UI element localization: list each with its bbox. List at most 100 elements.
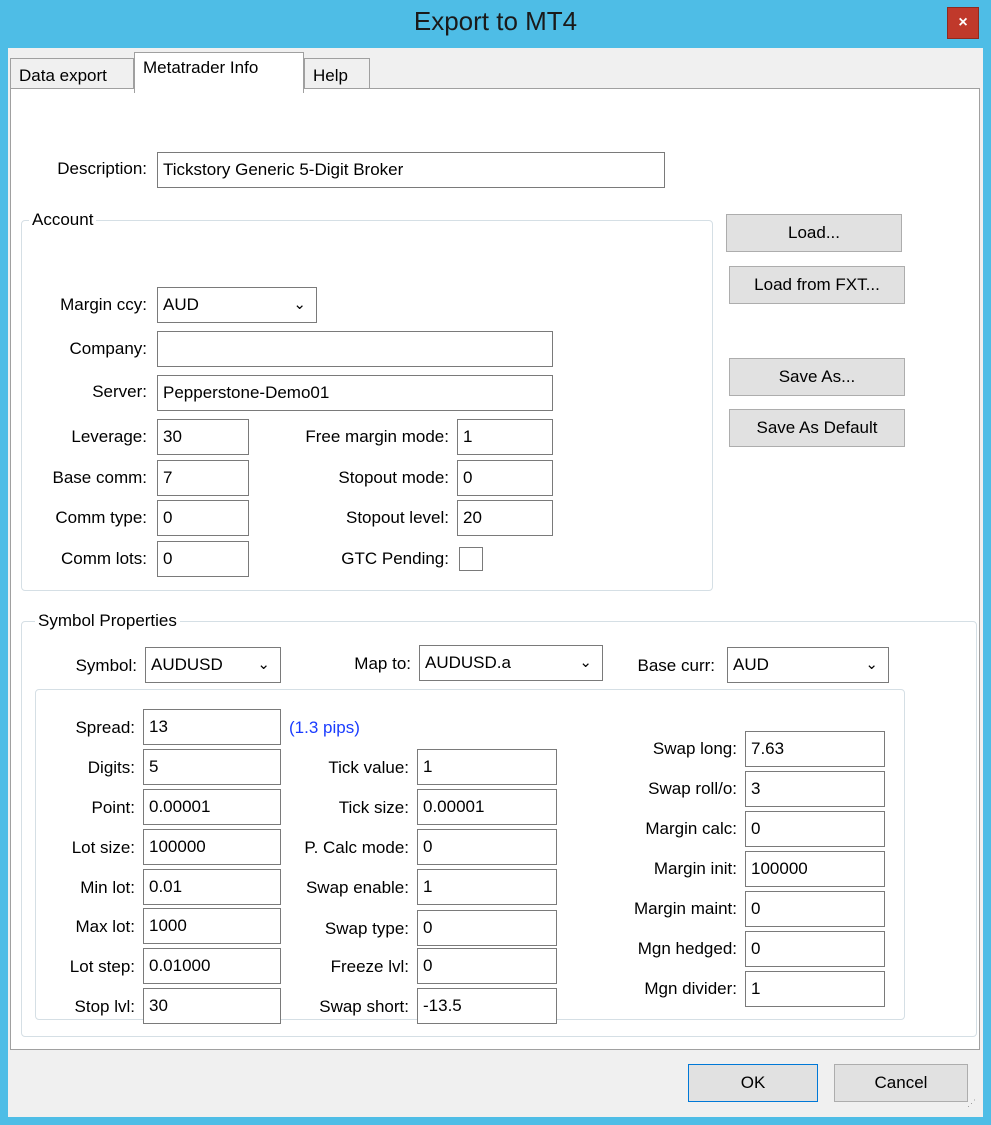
comm-type-label: Comm type: bbox=[55, 508, 147, 527]
load-button[interactable]: Load... bbox=[726, 214, 902, 252]
free-margin-mode-input[interactable]: 1 bbox=[457, 419, 553, 455]
symbol-properties-title: Symbol Properties bbox=[35, 611, 180, 631]
p-calc-mode-input[interactable]: 0 bbox=[417, 829, 557, 865]
save-as-button[interactable]: Save As... bbox=[729, 358, 905, 396]
stopout-level-input[interactable]: 20 bbox=[457, 500, 553, 536]
server-input[interactable]: Pepperstone-Demo01 bbox=[157, 375, 553, 411]
tab-data-export[interactable]: Data export bbox=[10, 58, 134, 92]
freeze-lvl-label: Freeze lvl: bbox=[330, 957, 409, 976]
max-lot-label: Max lot: bbox=[75, 917, 135, 936]
cancel-button[interactable]: Cancel bbox=[834, 1064, 968, 1102]
margin-ccy-select[interactable]: AUD ⌄ bbox=[157, 287, 317, 323]
mgn-divider-input[interactable]: 1 bbox=[745, 971, 885, 1007]
mgn-hedged-label: Mgn hedged: bbox=[637, 939, 737, 958]
digits-label: Digits: bbox=[87, 758, 135, 777]
resize-grip-icon[interactable]: ⋰ bbox=[967, 1099, 979, 1113]
freeze-lvl-input[interactable]: 0 bbox=[417, 948, 557, 984]
point-label: Point: bbox=[91, 798, 135, 817]
margin-maint-label: Margin maint: bbox=[634, 899, 737, 918]
gtc-pending-label: GTC Pending: bbox=[341, 549, 449, 568]
min-lot-input[interactable]: 0.01 bbox=[143, 869, 281, 905]
base-curr-value: AUD bbox=[733, 655, 769, 674]
company-label: Company: bbox=[69, 339, 147, 358]
lot-size-input[interactable]: 100000 bbox=[143, 829, 281, 865]
chevron-down-icon: ⌄ bbox=[257, 656, 270, 673]
tick-value-input[interactable]: 1 bbox=[417, 749, 557, 785]
ok-button[interactable]: OK bbox=[688, 1064, 818, 1102]
margin-calc-input[interactable]: 0 bbox=[745, 811, 885, 847]
mgn-divider-label: Mgn divider: bbox=[644, 979, 737, 998]
point-input[interactable]: 0.00001 bbox=[143, 789, 281, 825]
leverage-input[interactable]: 30 bbox=[157, 419, 249, 455]
load-from-fxt-button[interactable]: Load from FXT... bbox=[729, 266, 905, 304]
tick-size-input[interactable]: 0.00001 bbox=[417, 789, 557, 825]
account-group-title: Account bbox=[29, 210, 97, 230]
comm-lots-label: Comm lots: bbox=[61, 549, 147, 568]
swap-short-label: Swap short: bbox=[319, 997, 409, 1016]
symbol-value: AUDUSD bbox=[151, 655, 223, 674]
comm-lots-input[interactable]: 0 bbox=[157, 541, 249, 577]
stopout-level-label: Stopout level: bbox=[345, 508, 449, 527]
margin-calc-label: Margin calc: bbox=[645, 819, 737, 838]
lot-step-input[interactable]: 0.01000 bbox=[143, 948, 281, 984]
window-title: Export to MT4 bbox=[413, 6, 578, 36]
mgn-hedged-input[interactable]: 0 bbox=[745, 931, 885, 967]
margin-init-input[interactable]: 100000 bbox=[745, 851, 885, 887]
leverage-label: Leverage: bbox=[71, 427, 147, 446]
swap-long-input[interactable]: 7.63 bbox=[745, 731, 885, 767]
close-button[interactable]: × bbox=[947, 7, 979, 39]
swap-short-input[interactable]: -13.5 bbox=[417, 988, 557, 1024]
symbol-label: Symbol: bbox=[75, 656, 137, 675]
base-curr-select[interactable]: AUD ⌄ bbox=[727, 647, 889, 683]
comm-type-input[interactable]: 0 bbox=[157, 500, 249, 536]
lot-size-label: Lot size: bbox=[71, 838, 135, 857]
margin-maint-input[interactable]: 0 bbox=[745, 891, 885, 927]
base-comm-label: Base comm: bbox=[52, 468, 147, 487]
free-margin-mode-label: Free margin mode: bbox=[305, 427, 449, 446]
spread-label: Spread: bbox=[75, 718, 135, 737]
min-lot-label: Min lot: bbox=[80, 878, 135, 897]
description-label: Description: bbox=[57, 159, 147, 178]
swap-enable-label: Swap enable: bbox=[305, 878, 409, 897]
tab-help[interactable]: Help bbox=[304, 58, 370, 92]
swap-type-label: Swap type: bbox=[324, 919, 409, 938]
swap-type-input[interactable]: 0 bbox=[417, 910, 557, 946]
server-label: Server: bbox=[92, 382, 147, 401]
map-to-label: Map to: bbox=[354, 654, 411, 673]
dialog-window: Export to MT4 × Data export Metatrader I… bbox=[0, 0, 991, 1125]
digits-input[interactable]: 5 bbox=[143, 749, 281, 785]
p-calc-mode-label: P. Calc mode: bbox=[304, 838, 409, 857]
save-as-default-button[interactable]: Save As Default bbox=[729, 409, 905, 447]
lot-step-label: Lot step: bbox=[69, 957, 135, 976]
swap-long-label: Swap long: bbox=[652, 739, 737, 758]
description-input[interactable]: Tickstory Generic 5-Digit Broker bbox=[157, 152, 665, 188]
chevron-down-icon: ⌄ bbox=[293, 296, 306, 313]
swap-roll-label: Swap roll/o: bbox=[648, 779, 737, 798]
margin-ccy-value: AUD bbox=[163, 295, 199, 314]
spread-pips-text: (1.3 pips) bbox=[289, 718, 360, 737]
swap-roll-input[interactable]: 3 bbox=[745, 771, 885, 807]
tab-metatrader-info[interactable]: Metatrader Info bbox=[134, 52, 304, 93]
metatrader-info-panel: Description: Tickstory Generic 5-Digit B… bbox=[10, 88, 980, 1050]
max-lot-input[interactable]: 1000 bbox=[143, 908, 281, 944]
base-curr-label: Base curr: bbox=[637, 656, 715, 675]
spread-input[interactable]: 13 bbox=[143, 709, 281, 745]
tick-value-label: Tick value: bbox=[328, 758, 409, 777]
chevron-down-icon: ⌄ bbox=[579, 654, 592, 671]
chevron-down-icon: ⌄ bbox=[865, 656, 878, 673]
company-input[interactable] bbox=[157, 331, 553, 367]
tick-size-label: Tick size: bbox=[338, 798, 409, 817]
base-comm-input[interactable]: 7 bbox=[157, 460, 249, 496]
stop-lvl-input[interactable]: 30 bbox=[143, 988, 281, 1024]
stop-lvl-label: Stop lvl: bbox=[74, 997, 135, 1016]
map-to-select[interactable]: AUDUSD.a ⌄ bbox=[419, 645, 603, 681]
margin-init-label: Margin init: bbox=[653, 859, 737, 878]
title-bar: Export to MT4 × bbox=[0, 0, 991, 48]
stopout-mode-input[interactable]: 0 bbox=[457, 460, 553, 496]
symbol-select[interactable]: AUDUSD ⌄ bbox=[145, 647, 281, 683]
margin-ccy-label: Margin ccy: bbox=[60, 295, 147, 314]
gtc-pending-checkbox[interactable] bbox=[459, 547, 483, 571]
swap-enable-input[interactable]: 1 bbox=[417, 869, 557, 905]
map-to-value: AUDUSD.a bbox=[425, 653, 511, 672]
stopout-mode-label: Stopout mode: bbox=[338, 468, 449, 487]
